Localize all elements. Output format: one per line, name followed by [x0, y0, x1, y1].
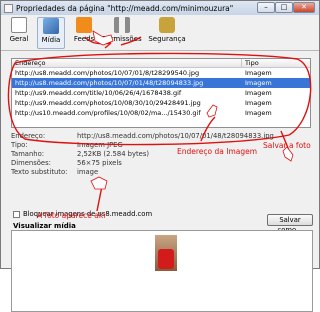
save-as-button[interactable]: Salvar como...	[267, 214, 313, 234]
property-value: http://us8.meadd.com/photos/10/07/01/48/…	[77, 132, 274, 140]
column-header-type[interactable]: Tipo	[242, 59, 304, 67]
close-button[interactable]: ✕	[293, 2, 315, 13]
title-bar: Propriedades da página "http://meadd.com…	[1, 1, 319, 15]
media-panel: Endereço Tipo http://us8.meadd.com/photo…	[5, 54, 315, 312]
rss-icon	[76, 17, 92, 33]
list-item[interactable]: http://us9.meadd.com/photos/10/08/30/10/…	[12, 98, 310, 108]
media-address: http://us8.meadd.com/photos/10/07/01/48/…	[15, 79, 204, 87]
lock-icon	[159, 17, 175, 33]
property-row-address: Endereço: http://us8.meadd.com/photos/10…	[11, 132, 311, 141]
preview-label: Visualizar mídia	[13, 222, 76, 230]
media-type: Imagem	[245, 99, 272, 107]
tab-geral[interactable]: Geral	[7, 17, 31, 49]
property-value: 2,52KB (2.584 bytes)	[77, 150, 150, 158]
tab-seguranca[interactable]: Segurança	[147, 17, 187, 49]
photo-detail	[158, 249, 174, 269]
media-type: Imagem	[245, 109, 272, 117]
annotation-save-note: Salvar a foto	[263, 141, 311, 150]
list-item-selected[interactable]: http://us8.meadd.com/photos/10/07/01/48/…	[12, 78, 310, 88]
property-row-size: Tamanho: 2,52KB (2.584 bytes)	[11, 150, 311, 159]
property-row-dimensions: Dimensões: 56×75 pixels	[11, 159, 311, 168]
window-title: Propriedades da página "http://meadd.com…	[16, 3, 234, 13]
window-icon	[4, 3, 13, 13]
property-row-alt: Texto substituto: image	[11, 168, 311, 177]
page-icon	[11, 17, 27, 33]
media-type: Imagem	[245, 69, 272, 77]
annotation-address-note: Endereço da Imagem	[177, 147, 258, 156]
properties-toolbar: Geral Mídia Feeds Permissões Segurança	[1, 15, 319, 51]
tab-label: Geral	[9, 35, 29, 43]
list-item[interactable]: http://us9.meadd.com/title/10/06/26/4/16…	[12, 88, 310, 98]
media-icon	[43, 18, 59, 34]
media-type: Imagem	[245, 89, 272, 97]
media-address: http://us9.meadd.com/photos/10/08/30/10/…	[15, 99, 201, 107]
tab-midia[interactable]: Mídia	[37, 17, 65, 49]
minimize-button[interactable]: –	[257, 2, 275, 13]
permissions-icon	[114, 17, 130, 33]
media-properties: Endereço: http://us8.meadd.com/photos/10…	[11, 132, 311, 177]
block-images-checkbox[interactable]	[13, 210, 20, 218]
media-address: http://us10.meadd.com/profiles/10/08/02/…	[15, 109, 201, 117]
tab-label: Feeds	[73, 35, 95, 43]
media-list[interactable]: Endereço Tipo http://us8.meadd.com/photo…	[11, 58, 311, 128]
property-label: Endereço:	[11, 132, 46, 140]
property-label: Texto substituto:	[11, 168, 68, 176]
media-address: http://us9.meadd.com/title/10/06/26/4/16…	[15, 89, 182, 97]
tab-label: Mídia	[41, 36, 61, 44]
property-label: Dimensões:	[11, 159, 51, 167]
property-label: Tipo:	[11, 141, 28, 149]
media-address: http://us8.meadd.com/photos/10/07/01/8/t…	[15, 69, 200, 77]
column-header-address[interactable]: Endereço	[12, 59, 242, 67]
property-value: 56×75 pixels	[77, 159, 122, 167]
page-properties-window: Propriedades da página "http://meadd.com…	[0, 0, 320, 312]
tab-label: Permissões	[102, 35, 142, 43]
media-list-header: Endereço Tipo	[12, 59, 310, 68]
list-item[interactable]: http://us8.meadd.com/photos/10/07/01/8/t…	[12, 68, 310, 78]
annotation-photo-note: A foto aparece aki	[37, 211, 106, 220]
property-value: Imagem JPEG	[77, 141, 123, 149]
media-preview	[11, 230, 313, 312]
tab-feeds[interactable]: Feeds	[71, 17, 97, 49]
property-value: image	[77, 168, 99, 176]
tab-label: Segurança	[148, 35, 186, 43]
list-item[interactable]: http://us10.meadd.com/profiles/10/08/02/…	[12, 108, 310, 118]
preview-photo	[155, 235, 177, 271]
property-label: Tamanho:	[11, 150, 45, 158]
media-type: Imagem	[245, 79, 272, 87]
tab-permissoes[interactable]: Permissões	[101, 17, 143, 49]
maximize-button[interactable]: □	[275, 2, 293, 13]
